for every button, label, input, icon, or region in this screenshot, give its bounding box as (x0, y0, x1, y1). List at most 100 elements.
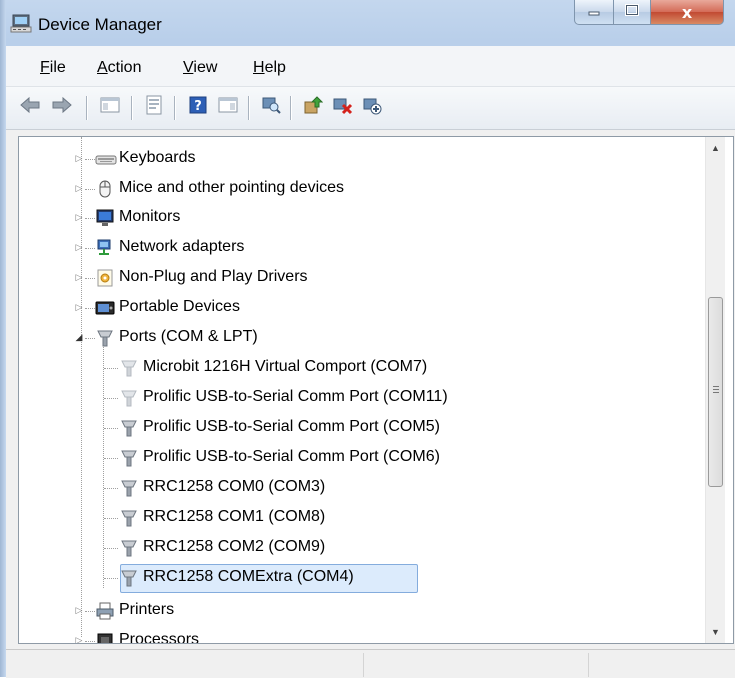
menu-file-accel: F (40, 59, 50, 76)
expand-arrow-icon[interactable]: ▷ (73, 182, 85, 194)
monitor-icon (95, 208, 115, 228)
tree-item-non-plug-and-play-drivers[interactable]: ▷ Non-Plug and Play Drivers (19, 264, 709, 292)
disable-device-button[interactable] (360, 95, 384, 119)
tree-item-label: Network adapters (119, 238, 245, 255)
scroll-down-button[interactable]: ▼ (706, 623, 725, 640)
mouse-icon (95, 179, 115, 199)
vertical-scrollbar[interactable]: ▲ ▼ (705, 137, 725, 643)
port-icon (119, 388, 139, 408)
svg-text:?: ? (194, 99, 202, 114)
back-button[interactable] (18, 95, 42, 119)
tree-item-label: Processors (119, 631, 200, 644)
toolbar-separator (174, 96, 176, 120)
tree-connector (85, 611, 95, 612)
tree-item-port-com8[interactable]: RRC1258 COM1 (COM8) (19, 504, 709, 532)
tree-connector (104, 518, 118, 519)
show-hide-console-tree-icon (100, 96, 120, 119)
tree-item-port-com11[interactable]: Prolific USB-to-Serial Comm Port (COM11) (19, 384, 709, 412)
port-icon (119, 448, 139, 468)
scroll-up-icon: ▲ (711, 142, 720, 153)
close-icon: x (681, 2, 693, 22)
uninstall-device-button[interactable] (331, 95, 355, 119)
toolbar-separator (290, 96, 292, 120)
tree-item-network-adapters[interactable]: ▷ Network adapters (19, 234, 709, 262)
tree-item-portable-devices[interactable]: ▷ Portable Devices (19, 294, 709, 322)
tree-item-printers[interactable]: ▷ Printers (19, 597, 709, 625)
tree-item-ports[interactable]: ◢ Ports (COM & LPT) (19, 324, 709, 352)
tree-item-processors[interactable]: ▷ Processors (19, 627, 709, 644)
expand-arrow-icon[interactable]: ▷ (73, 211, 85, 223)
properties-icon (144, 95, 164, 120)
menu-file[interactable]: File (40, 59, 66, 77)
tree-item-mice[interactable]: ▷ Mice and other pointing devices (19, 175, 709, 203)
forward-button[interactable] (50, 95, 74, 119)
scroll-up-button[interactable]: ▲ (706, 139, 725, 156)
tree-connector (85, 218, 95, 219)
tree-item-keyboards[interactable]: ▷ Keyboards (19, 145, 709, 173)
toolbar-separator (248, 96, 250, 120)
disable-device-icon (362, 95, 382, 120)
tree-connector (104, 458, 118, 459)
tree-item-port-com4[interactable]: RRC1258 COMExtra (COM4) (19, 564, 709, 593)
back-icon (19, 96, 41, 119)
show-action-pane-button[interactable] (216, 95, 240, 119)
tree-item-port-com5[interactable]: Prolific USB-to-Serial Comm Port (COM5) (19, 414, 709, 442)
tree-item-label: Mice and other pointing devices (119, 179, 345, 196)
title-bar[interactable]: Device Manager x (6, 0, 735, 46)
window-title: Device Manager (38, 15, 162, 34)
expand-arrow-icon[interactable]: ▷ (73, 634, 85, 644)
menu-help[interactable]: Help (253, 59, 286, 77)
tree-connector (85, 641, 95, 642)
show-hide-console-tree-button[interactable] (98, 95, 122, 119)
tree-item-port-com9[interactable]: RRC1258 COM2 (COM9) (19, 534, 709, 562)
expand-arrow-icon[interactable]: ▷ (73, 604, 85, 616)
properties-button[interactable] (142, 95, 166, 119)
menu-view-rest: iew (193, 59, 218, 76)
tree-item-label: Keyboards (119, 149, 196, 166)
maximize-icon (625, 3, 639, 21)
tree-item-label: Monitors (119, 208, 181, 225)
tree-connector (104, 488, 118, 489)
tree-item-label: Prolific USB-to-Serial Comm Port (COM11) (143, 388, 448, 405)
port-icon (119, 508, 139, 528)
toolbar-separator (86, 96, 88, 120)
update-driver-icon (303, 95, 324, 120)
tree-connector (104, 428, 118, 429)
network-adapter-icon (95, 238, 115, 258)
window-controls: x (574, 0, 724, 26)
menu-view[interactable]: View (183, 59, 217, 77)
scan-hardware-icon (261, 95, 281, 120)
maximize-button[interactable] (614, 0, 651, 25)
menu-file-rest: ile (49, 59, 66, 76)
tree-item-label: RRC1258 COMExtra (COM4) (143, 568, 354, 585)
minimize-button[interactable] (574, 0, 614, 25)
tree-item-port-com6[interactable]: Prolific USB-to-Serial Comm Port (COM6) (19, 444, 709, 472)
tree-connector (85, 278, 95, 279)
menu-action[interactable]: Action (97, 59, 141, 77)
expand-arrow-icon[interactable]: ▷ (73, 241, 85, 253)
update-driver-button[interactable] (301, 95, 325, 119)
scan-hardware-button[interactable] (259, 95, 283, 119)
toolbar: ? (6, 87, 735, 130)
menu-view-accel: V (183, 59, 194, 76)
tree-item-label: RRC1258 COM0 (COM3) (143, 478, 326, 495)
tree-item-port-com3[interactable]: RRC1258 COM0 (COM3) (19, 474, 709, 502)
device-tree[interactable]: ▷ Keyboards ▷ Mice and other pointing de… (18, 136, 734, 644)
tree-connector (85, 308, 95, 309)
expand-arrow-icon[interactable]: ▷ (73, 301, 85, 313)
scrollbar-thumb[interactable] (708, 297, 723, 487)
tree-item-label: Printers (119, 601, 175, 618)
tree-connector (104, 548, 118, 549)
tree-item-monitors[interactable]: ▷ Monitors (19, 204, 709, 232)
tree-item-port-com7[interactable]: Microbit 1216H Virtual Comport (COM7) (19, 354, 709, 382)
expand-arrow-icon[interactable]: ▷ (73, 152, 85, 164)
tree-connector (104, 578, 118, 579)
tree-item-label: Microbit 1216H Virtual Comport (COM7) (143, 358, 428, 375)
port-icon (119, 358, 139, 378)
collapse-arrow-icon[interactable]: ◢ (73, 331, 85, 343)
toolbar-separator (131, 96, 133, 120)
close-button[interactable]: x (651, 0, 724, 25)
menu-action-accel: A (97, 59, 108, 76)
expand-arrow-icon[interactable]: ▷ (73, 271, 85, 283)
help-button[interactable]: ? (186, 95, 210, 119)
